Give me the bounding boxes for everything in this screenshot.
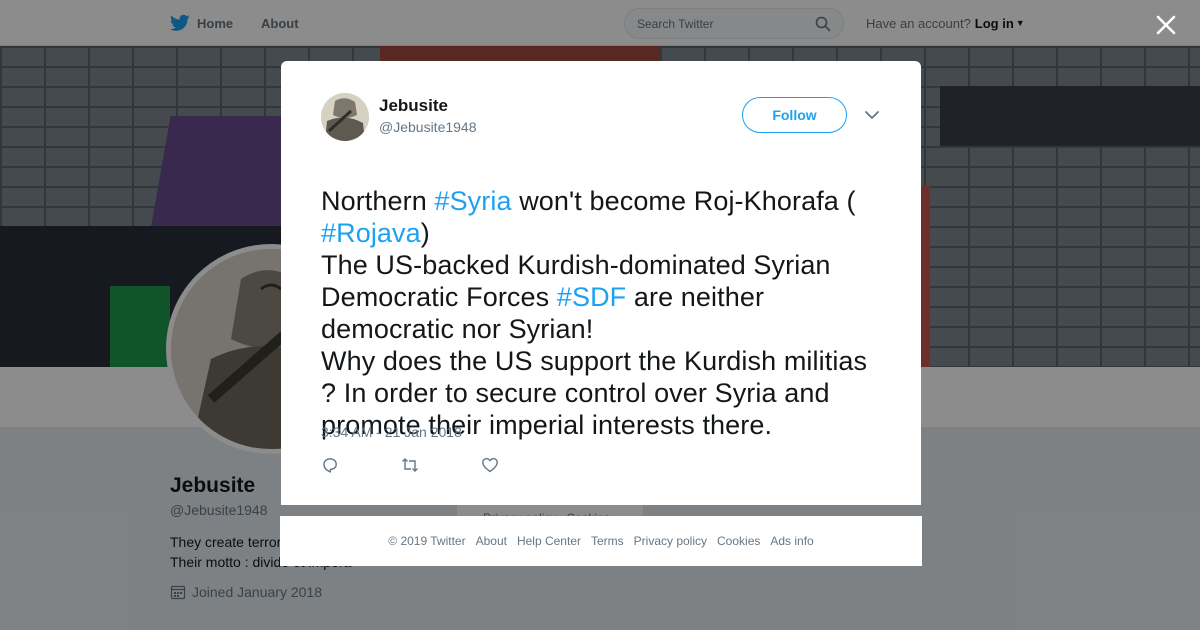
reply-icon bbox=[323, 458, 337, 473]
hashtag-link[interactable]: #Rojava bbox=[321, 218, 421, 248]
tweet-timestamp[interactable]: 3:34 AM - 21 Jan 2018 bbox=[321, 424, 462, 440]
heart-icon bbox=[482, 457, 498, 473]
tweet-author-avatar[interactable] bbox=[321, 93, 369, 141]
footer-link-terms[interactable]: Terms bbox=[591, 534, 624, 548]
hashtag-link[interactable]: #Syria bbox=[434, 186, 511, 216]
retweet-icon bbox=[402, 458, 418, 472]
follow-button[interactable]: Follow bbox=[742, 97, 847, 133]
tweet-author-handle[interactable]: @Jebusite1948 bbox=[379, 119, 477, 135]
footer-link-cookies[interactable]: Cookies bbox=[717, 534, 760, 548]
tweet-text: Northern #Syria won't become Roj-Khorafa… bbox=[321, 153, 889, 441]
retweet-button[interactable] bbox=[401, 455, 481, 475]
hashtag-link[interactable]: #SDF bbox=[557, 282, 626, 312]
tweet-modal: Jebusite @Jebusite1948 Follow Northern #… bbox=[281, 61, 921, 505]
tweet-actions bbox=[321, 455, 561, 475]
modal-footer: © 2019 Twitter About Help Center Terms P… bbox=[280, 516, 922, 566]
footer-link-ads-info[interactable]: Ads info bbox=[770, 534, 813, 548]
like-button[interactable] bbox=[481, 455, 561, 475]
reply-button[interactable] bbox=[321, 455, 401, 475]
tweet-text-segment: won't become Roj-Khorafa ( bbox=[519, 186, 856, 216]
footer-copyright: © 2019 Twitter bbox=[388, 534, 466, 548]
chevron-down-icon[interactable] bbox=[864, 107, 880, 123]
footer-link-privacy-policy[interactable]: Privacy policy bbox=[634, 534, 707, 548]
footer-link-help-center[interactable]: Help Center bbox=[517, 534, 581, 548]
footer-link-about[interactable]: About bbox=[476, 534, 507, 548]
tweet-author-name[interactable]: Jebusite bbox=[379, 96, 448, 116]
close-icon[interactable] bbox=[1153, 12, 1179, 38]
tweet-text-segment: Northern bbox=[321, 186, 435, 216]
